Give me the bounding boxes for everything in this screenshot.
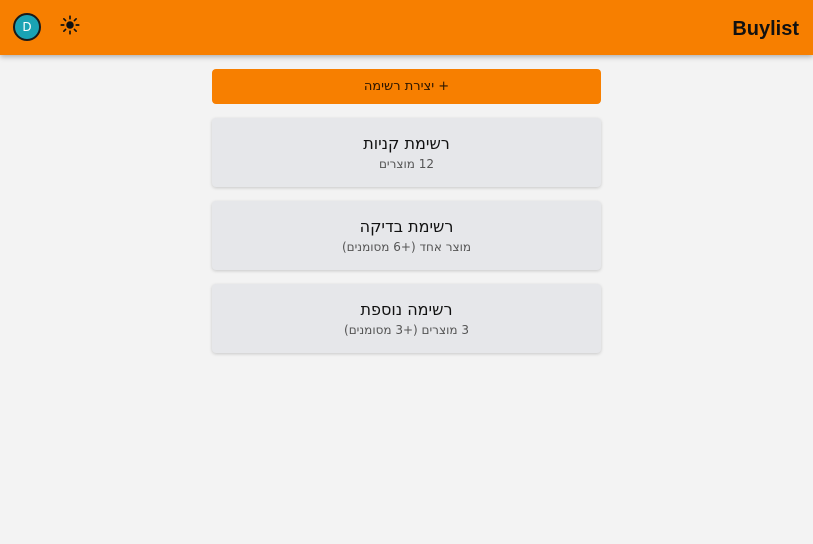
list-card[interactable]: רשימת קניות 12 מוצרים	[212, 118, 601, 187]
list-card[interactable]: רשימה נוספת 3 מוצרים (+3 מסומנים)	[212, 284, 601, 353]
sun-icon	[60, 15, 80, 35]
user-avatar[interactable]: D	[13, 13, 41, 41]
list-name: רשימת קניות	[363, 134, 450, 153]
list-card[interactable]: רשימת בדיקה מוצר אחד (+6 מסומנים)	[212, 201, 601, 270]
list-name: רשימת בדיקה	[359, 217, 454, 236]
list-name: רשימה נוספת	[360, 300, 453, 319]
app-title: Buylist	[732, 18, 799, 40]
theme-toggle-button[interactable]	[60, 15, 84, 39]
lists-container: + יצירת רשימה רשימת קניות 12 מוצרים רשימ…	[212, 69, 601, 353]
list-item-count: 12 מוצרים	[378, 157, 435, 171]
app-header: D Buylist	[0, 0, 813, 55]
list-item-count: מוצר אחד (+6 מסומנים)	[341, 240, 472, 254]
create-list-button[interactable]: + יצירת רשימה	[212, 69, 601, 104]
list-item-count: 3 מוצרים (+3 מסומנים)	[344, 323, 469, 337]
